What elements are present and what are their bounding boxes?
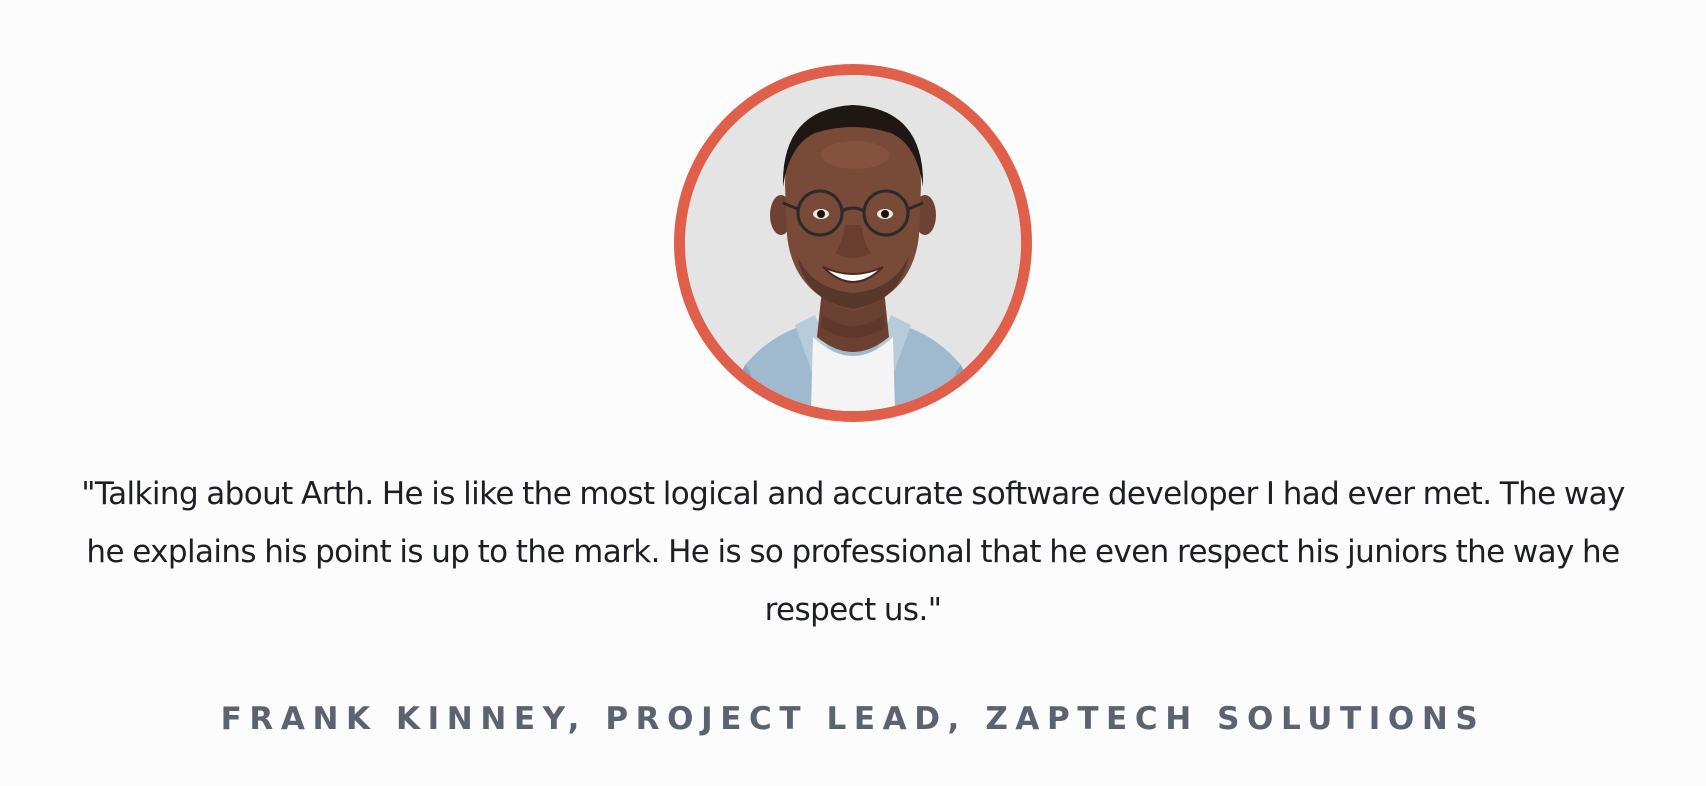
testimonial-section: "Talking about Arth. He is like the most… — [0, 0, 1706, 786]
testimonial-quote: "Talking about Arth. He is like the most… — [81, 476, 1625, 628]
avatar-portrait-icon — [685, 75, 1021, 411]
testimonial-author: FRANK KINNEY, PROJECT LEAD, ZAPTECH SOLU… — [220, 701, 1486, 737]
avatar-ring — [674, 64, 1032, 422]
avatar — [685, 75, 1021, 411]
